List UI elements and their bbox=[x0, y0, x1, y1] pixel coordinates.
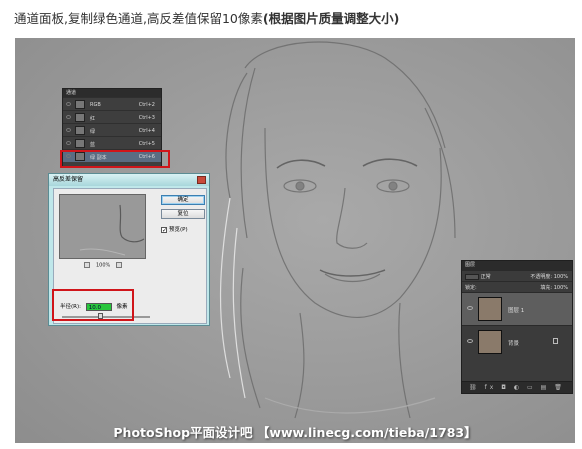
channel-thumbnail bbox=[75, 100, 85, 109]
channel-shortcut: Ctrl+2 bbox=[138, 102, 155, 108]
layers-panel: 图层 正常 不透明度: 100% 锁定: 填充: 100% 图层 1 背景 ⛓ … bbox=[461, 260, 573, 394]
layer-row-background[interactable]: 背景 bbox=[462, 325, 572, 358]
preview-label: 预览(P) bbox=[169, 227, 188, 233]
close-icon[interactable] bbox=[197, 176, 206, 184]
layer-row-layer1[interactable]: 图层 1 bbox=[462, 292, 572, 325]
blend-row: 正常 不透明度: 100% bbox=[462, 270, 572, 281]
lock-icon bbox=[553, 338, 558, 344]
eye-icon[interactable] bbox=[66, 141, 71, 145]
layer-name: 图层 1 bbox=[508, 308, 525, 314]
channel-row-red[interactable]: 红 Ctrl+3 bbox=[63, 110, 161, 123]
eye-icon[interactable] bbox=[66, 128, 71, 132]
channel-shortcut: Ctrl+4 bbox=[138, 128, 155, 134]
channel-row-rgb[interactable]: RGB Ctrl+2 bbox=[63, 97, 161, 110]
highlight-box-channel bbox=[60, 150, 170, 168]
caption-bold: (根据图片质量调整大小) bbox=[262, 11, 400, 26]
reset-button[interactable]: 复位 bbox=[161, 209, 205, 219]
channel-shortcut: Ctrl+3 bbox=[138, 115, 155, 121]
filter-preview[interactable] bbox=[59, 194, 146, 259]
zoom-out-button[interactable] bbox=[84, 262, 90, 268]
caption-text: 通道面板,复制绿色通道,高反差值保留10像素 bbox=[14, 11, 263, 26]
zoom-in-button[interactable] bbox=[116, 262, 123, 268]
eye-icon[interactable] bbox=[66, 102, 71, 106]
opacity-label: 不透明度: bbox=[530, 274, 553, 280]
channel-name: 红 bbox=[90, 116, 96, 122]
preview-checkbox[interactable]: ✓ 预览(P) bbox=[161, 225, 188, 233]
layer-thumbnail bbox=[478, 297, 502, 321]
fill-label: 填充: bbox=[540, 285, 553, 291]
layers-footer-icons[interactable]: ⛓ fx ◘ ◐ ▭ ▤ 🗑 bbox=[462, 381, 572, 393]
ok-button[interactable]: 确定 bbox=[161, 195, 205, 205]
channel-thumbnail bbox=[75, 113, 85, 122]
dialog-title: 高反差保留 bbox=[49, 174, 209, 186]
layers-panel-title: 图层 bbox=[462, 261, 572, 270]
channel-name: 绿 bbox=[90, 129, 96, 135]
checkmark-icon: ✓ bbox=[161, 226, 168, 234]
channel-thumbnail bbox=[75, 139, 85, 148]
layer-thumbnail bbox=[478, 330, 502, 354]
channels-panel-title: 通道 bbox=[63, 89, 161, 97]
eye-icon[interactable] bbox=[66, 115, 71, 119]
channel-row-green[interactable]: 绿 Ctrl+4 bbox=[63, 123, 161, 136]
channel-shortcut: Ctrl+5 bbox=[138, 141, 155, 147]
channel-row-blue[interactable]: 蓝 Ctrl+5 bbox=[63, 136, 161, 149]
channel-thumbnail bbox=[75, 126, 85, 135]
zoom-level: 100% bbox=[96, 262, 111, 269]
caption: 通道面板,复制绿色通道,高反差值保留10像素(根据图片质量调整大小) bbox=[14, 8, 399, 27]
zoom-controls: 100% bbox=[78, 262, 128, 269]
opacity-input[interactable]: 100% bbox=[554, 274, 568, 280]
lock-row: 锁定: 填充: 100% bbox=[462, 281, 572, 292]
highlight-box-radius bbox=[52, 289, 134, 321]
eye-icon[interactable] bbox=[467, 339, 473, 343]
blend-mode-value: 正常 bbox=[480, 274, 491, 280]
channel-name: 蓝 bbox=[90, 142, 96, 148]
channel-name: RGB bbox=[90, 102, 101, 108]
preview-image bbox=[79, 204, 145, 256]
blend-mode-select[interactable] bbox=[465, 273, 479, 280]
watermark: PhotoShop平面设计吧 【www.linecg.com/tieba/178… bbox=[113, 425, 477, 440]
fill-input[interactable]: 100% bbox=[554, 285, 568, 291]
eye-icon[interactable] bbox=[467, 306, 473, 310]
lock-label: 锁定: bbox=[465, 285, 477, 291]
layer-name: 背景 bbox=[508, 341, 520, 347]
